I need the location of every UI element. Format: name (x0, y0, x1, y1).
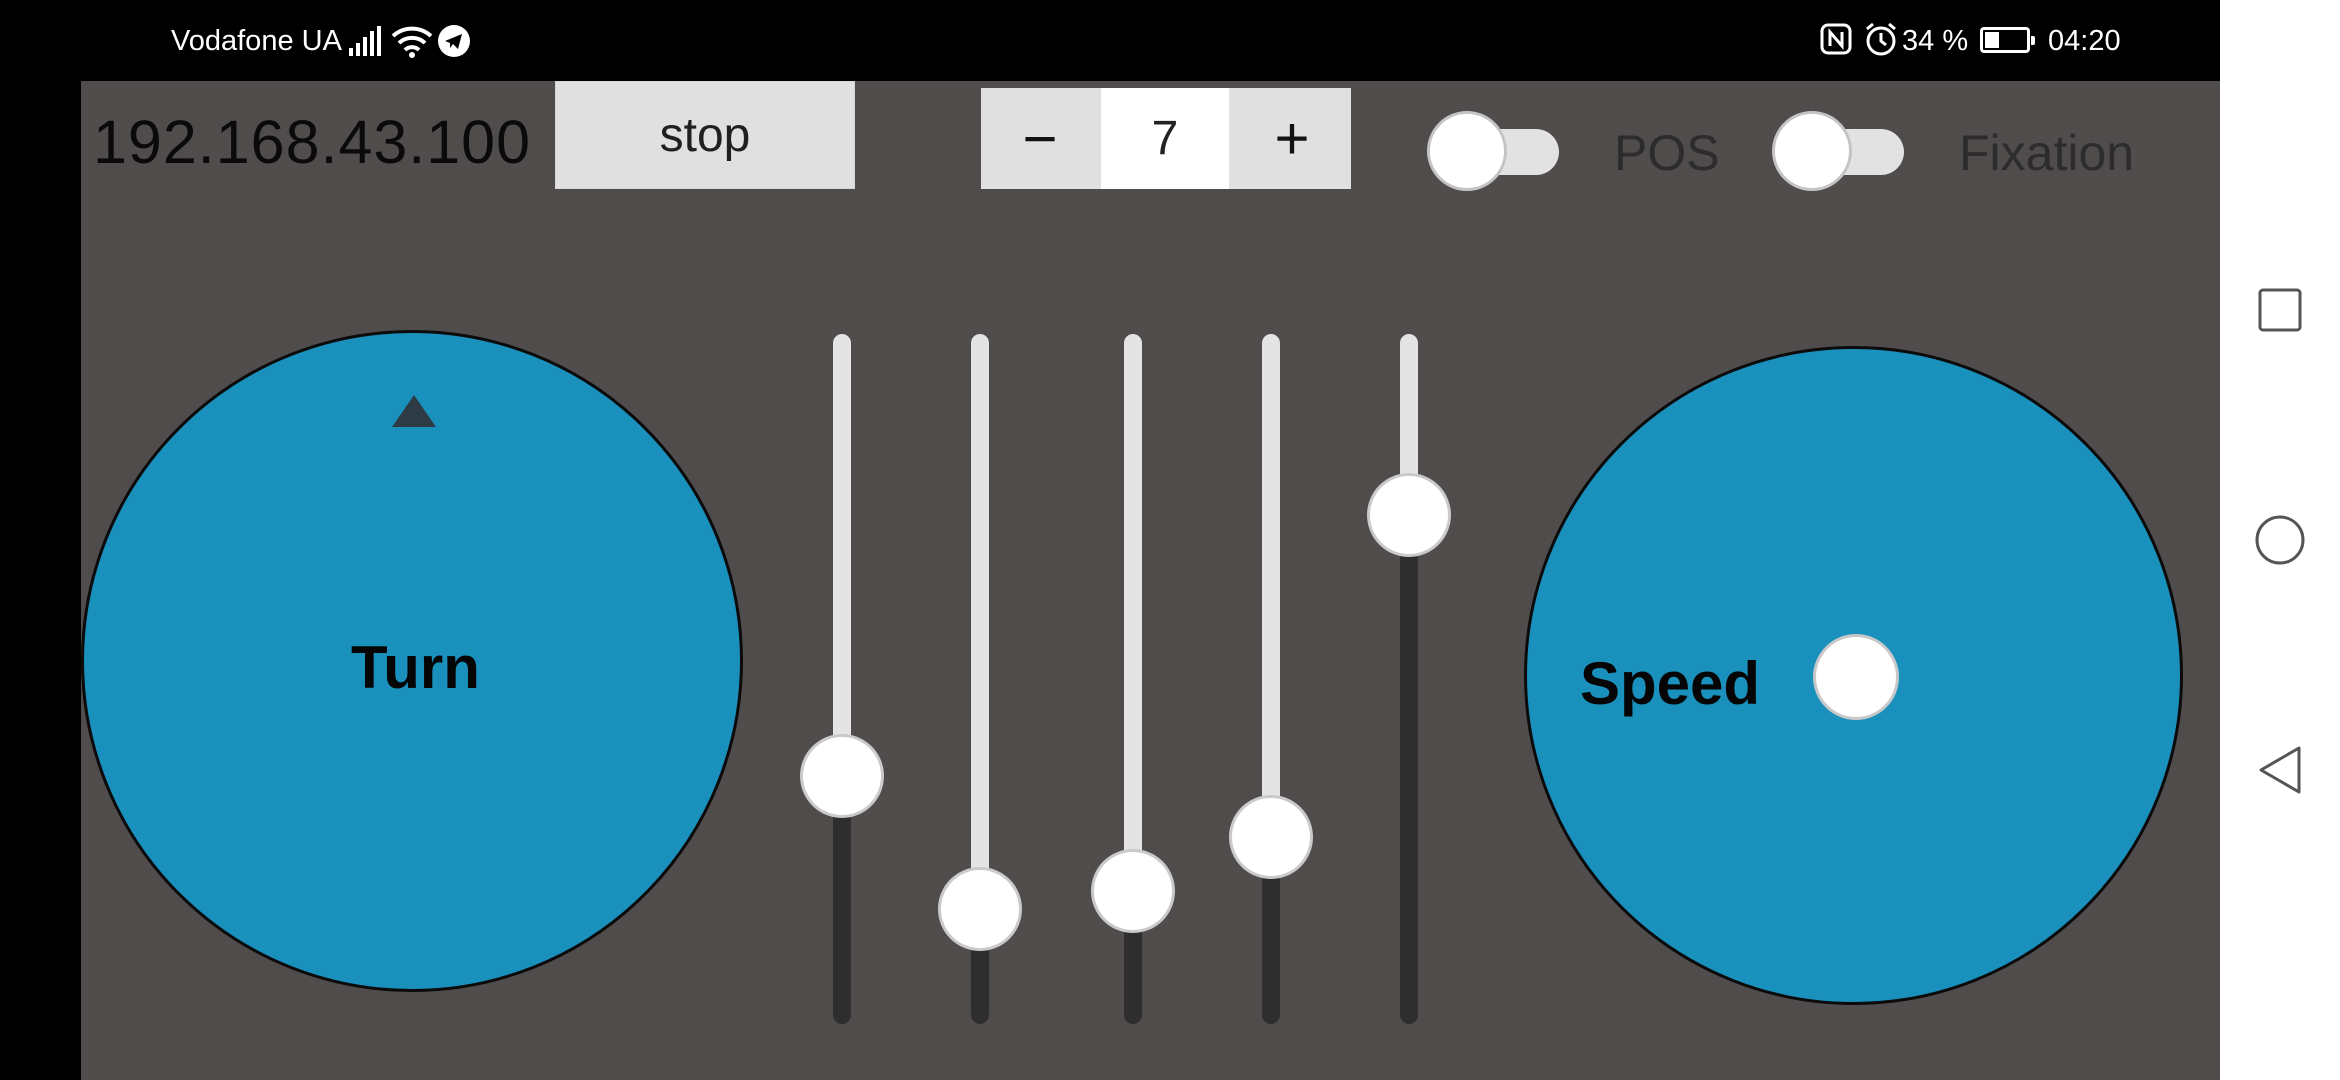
slider-thumb[interactable] (1367, 473, 1451, 558)
nfc-icon (1819, 22, 1853, 61)
signal-icon (349, 26, 381, 56)
vertical-slider-1[interactable] (800, 334, 884, 1024)
wifi-icon (391, 24, 433, 63)
slider-thumb[interactable] (1091, 849, 1175, 934)
status-bar: Vodafone UA 34 % 04:20 (0, 0, 2220, 81)
turn-joystick[interactable]: Turn (81, 330, 743, 992)
navigation-bar (2220, 0, 2340, 1080)
speed-joystick-knob[interactable] (1813, 634, 1899, 720)
turn-joystick-label: Turn (351, 634, 480, 701)
stepper-value[interactable]: 7 (1101, 88, 1229, 189)
recents-square-icon (2258, 288, 2302, 332)
stop-button[interactable]: stop (555, 81, 855, 189)
toggle-thumb[interactable] (1772, 111, 1852, 191)
battery-percent: 34 % (1902, 25, 1969, 57)
arrow-up-icon (392, 395, 436, 427)
increment-button[interactable]: + (1233, 88, 1351, 189)
pos-toggle-label: POS (1614, 125, 1720, 181)
speed-joystick-label: Speed (1580, 650, 1761, 717)
telegram-icon (438, 25, 470, 57)
home-button[interactable] (2220, 480, 2340, 600)
home-circle-icon (2255, 515, 2305, 565)
app-content: 192.168.43.100 stop − 7 + POS Fixation T… (81, 81, 2220, 1080)
carrier-name: Vodafone UA (171, 25, 342, 57)
vertical-slider-2[interactable] (938, 334, 1022, 1024)
slider-track[interactable] (833, 334, 851, 1024)
vertical-slider-5[interactable] (1367, 334, 1451, 1024)
back-triangle-icon (2259, 746, 2301, 794)
vertical-slider-3[interactable] (1091, 334, 1175, 1024)
status-clock: 04:20 (2048, 25, 2121, 57)
battery-charging-icon (1980, 27, 2035, 53)
slider-thumb[interactable] (1229, 794, 1313, 879)
speed-joystick[interactable]: Speed (1524, 346, 2183, 1005)
recents-button[interactable] (2220, 250, 2340, 370)
value-stepper: − 7 + (981, 88, 1351, 189)
toggle-thumb[interactable] (1427, 111, 1507, 191)
ip-address: 192.168.43.100 (93, 108, 532, 176)
fixation-toggle-label: Fixation (1959, 125, 2135, 181)
slider-thumb[interactable] (800, 733, 884, 818)
back-button[interactable] (2220, 710, 2340, 830)
slider-thumb[interactable] (938, 867, 1022, 952)
alarm-icon (1864, 22, 1898, 63)
slider-track[interactable] (1400, 334, 1418, 1024)
vertical-slider-4[interactable] (1229, 334, 1313, 1024)
slider-track[interactable] (1262, 334, 1280, 1024)
decrement-button[interactable]: − (981, 88, 1099, 189)
